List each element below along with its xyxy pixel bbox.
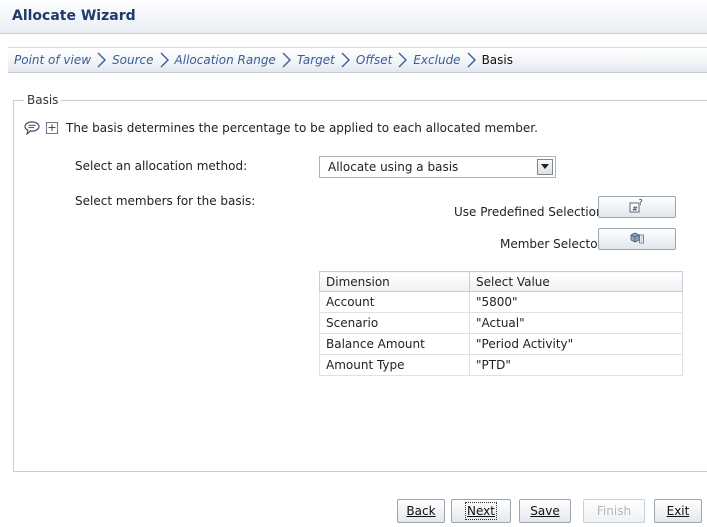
- member-selector-label: Member Selector: [500, 237, 603, 251]
- chevron-right-icon: [282, 52, 291, 68]
- basis-members-label: Select members for the basis:: [75, 194, 256, 208]
- basis-dimension-table: Dimension Select Value Account "5800" Sc…: [319, 271, 683, 376]
- dimension-cell: Amount Type: [319, 354, 470, 376]
- expand-icon[interactable]: +: [46, 122, 58, 134]
- exit-button[interactable]: Exit: [654, 499, 702, 523]
- table-row[interactable]: Balance Amount "Period Activity": [319, 333, 683, 355]
- chevron-right-icon: [97, 52, 107, 68]
- save-button-label: Save: [530, 504, 560, 518]
- next-button[interactable]: Next: [451, 499, 511, 523]
- basis-info-text: The basis determines the percentage to b…: [66, 121, 538, 135]
- train-step-allocation-range[interactable]: Allocation Range: [175, 53, 276, 67]
- save-button[interactable]: Save: [519, 499, 571, 523]
- train-step-point-of-view[interactable]: Point of view: [14, 53, 91, 67]
- finish-button: Finish: [583, 499, 645, 523]
- basis-section: Basis + The basis determines the percent…: [13, 93, 707, 472]
- chevron-right-icon: [160, 52, 169, 68]
- column-header-select-value[interactable]: Select Value: [469, 271, 683, 292]
- table-header-row: Dimension Select Value: [319, 271, 683, 292]
- predefined-selection-button[interactable]: # ?: [598, 196, 676, 218]
- back-button[interactable]: Back: [397, 499, 445, 523]
- speech-bubble-icon: [24, 121, 40, 136]
- title-bar: Allocate Wizard: [0, 0, 707, 34]
- table-row[interactable]: Scenario "Actual": [319, 312, 683, 334]
- chevron-down-icon[interactable]: [537, 159, 553, 175]
- predefined-selection-label: Use Predefined Selection: [454, 205, 604, 219]
- svg-text:#: #: [632, 205, 638, 213]
- dimension-cell: Scenario: [319, 312, 470, 334]
- table-row[interactable]: Account "5800": [319, 291, 683, 313]
- finish-button-label: Finish: [596, 504, 632, 518]
- train-step-target[interactable]: Target: [297, 53, 335, 67]
- predefined-selection-icon: # ?: [629, 198, 645, 217]
- allocation-method-select[interactable]: Allocate using a basis: [319, 156, 556, 178]
- train-step-exclude[interactable]: Exclude: [413, 53, 460, 67]
- chevron-right-icon: [398, 52, 408, 68]
- wizard-title: Allocate Wizard: [12, 8, 136, 24]
- next-button-label: Next: [465, 502, 497, 520]
- chevron-right-icon: [467, 52, 476, 68]
- allocation-method-label: Select an allocation method:: [75, 159, 248, 173]
- dimension-cell: Account: [319, 291, 470, 313]
- select-value-cell: "Actual": [469, 312, 683, 334]
- member-selector-icon: [629, 230, 645, 249]
- select-value-cell: "5800": [469, 291, 683, 313]
- back-button-label: Back: [406, 504, 436, 518]
- column-header-dimension[interactable]: Dimension: [319, 271, 470, 292]
- select-value-cell: "Period Activity": [469, 333, 683, 355]
- chevron-right-icon: [341, 52, 350, 68]
- exit-button-label: Exit: [666, 504, 690, 518]
- svg-text:?: ?: [639, 198, 643, 207]
- table-row[interactable]: Amount Type "PTD": [319, 354, 683, 376]
- basis-legend: Basis: [24, 93, 62, 107]
- info-row: + The basis determines the percentage to…: [24, 121, 538, 136]
- wizard-train: Point of view Source Allocation Range Ta…: [8, 47, 707, 73]
- allocation-method-value: Allocate using a basis: [328, 160, 459, 174]
- train-step-source[interactable]: Source: [112, 53, 153, 67]
- select-value-cell: "PTD": [469, 354, 683, 376]
- train-step-basis: Basis: [481, 53, 514, 67]
- train-step-offset[interactable]: Offset: [356, 53, 392, 67]
- dimension-cell: Balance Amount: [319, 333, 470, 355]
- member-selector-button[interactable]: [598, 228, 676, 250]
